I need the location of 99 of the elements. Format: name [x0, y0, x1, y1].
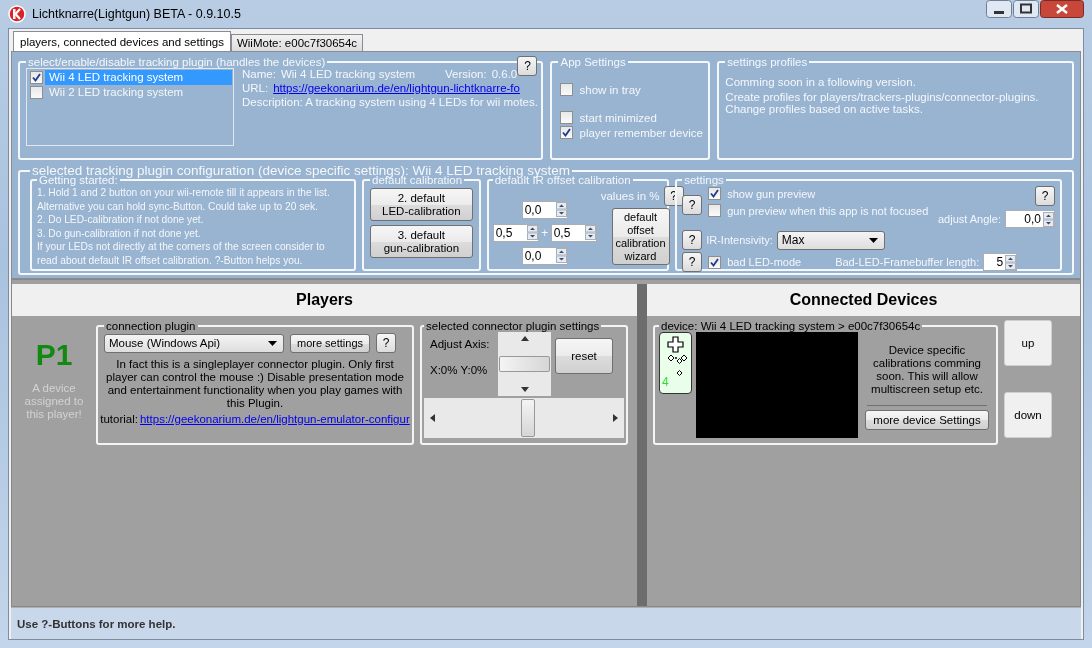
number-field[interactable]: 0,5: [550, 223, 597, 242]
help-button[interactable]: ?: [682, 195, 703, 215]
instruction-text: Alternative you can hold sync-Button. Could take up to 20 sek.: [37, 199, 319, 213]
caret-icon: [268, 340, 277, 346]
tab[interactable]: WiiMote: e00c7f30654c: [230, 34, 364, 51]
device-note: Device specific calibrations comming soon. This will allow multiscreen setup etc.: [870, 344, 984, 396]
spinner-arrows-icon[interactable]: [526, 225, 538, 240]
plugin-description: Description: A tracking system using 4 LEDs for wii motes.: [242, 96, 538, 108]
up-arrow-icon[interactable]: [520, 336, 529, 341]
number-field[interactable]: 0,0: [521, 246, 568, 265]
help-button[interactable]: ?: [682, 230, 703, 250]
more-device-settings-button[interactable]: more device Settings: [865, 410, 989, 430]
up-button[interactable]: up: [1004, 320, 1052, 366]
checkbox[interactable]: [708, 204, 722, 217]
checkbox[interactable]: [30, 86, 43, 99]
group-title: selected connector plugin settings: [425, 320, 601, 332]
window-title: Lichtknarre(Lightgun) BETA - 0.9.10.5: [32, 7, 241, 21]
group-title: select/enable/disable tracking plugin (handles the devices): [27, 56, 327, 68]
scroll-thumb[interactable]: [499, 356, 550, 372]
spinner-arrows-icon[interactable]: [1043, 211, 1054, 227]
maximize-icon[interactable]: [1013, 0, 1039, 18]
angle-label: adjust Angle:: [938, 213, 1001, 225]
name-label: Name:: [242, 68, 276, 80]
status-bar: Use ?-Buttons for more help.: [11, 607, 1081, 639]
checkbox[interactable]: [708, 187, 722, 200]
axis-readout: X:0% Y:0%: [430, 364, 489, 376]
group-title: App Settings: [559, 56, 627, 68]
right-arrow-icon[interactable]: [613, 414, 618, 422]
more-settings-button[interactable]: more settings: [290, 333, 371, 353]
axis-label: Adjust Axis:: [430, 338, 491, 350]
checkbox[interactable]: [708, 255, 722, 269]
checkbox[interactable]: [560, 83, 574, 96]
tutorial-link[interactable]: https://geekonarium.de/en/lightgun-emulator-configur: [139, 413, 410, 425]
group-title: connection plugin: [105, 320, 197, 332]
spinner-arrows-icon[interactable]: [555, 248, 567, 263]
checkbox[interactable]: [560, 111, 574, 124]
horizontal-scrollbar[interactable]: [424, 398, 624, 438]
spinner-arrows-icon[interactable]: [1005, 254, 1017, 270]
instruction-text: 1. Hold 1 and 2 button on your wii-remote till it appears in the list.: [37, 186, 331, 200]
plus-sign: +: [540, 225, 550, 240]
spinner-arrows-icon[interactable]: [555, 202, 567, 217]
help-button[interactable]: ?: [517, 56, 538, 76]
plugin-dropdown[interactable]: Mouse (Windows Api): [104, 333, 284, 353]
badge-number: 4: [662, 375, 669, 389]
reset-button[interactable]: reset: [555, 338, 613, 374]
tutorial-label: tutorial:: [100, 413, 138, 425]
down-button[interactable]: down: [1004, 392, 1052, 438]
info-text: Create profiles for players/trackers-plugins/connector-plugins.: [725, 91, 1040, 103]
left-arrow-icon[interactable]: [430, 414, 435, 422]
down-arrow-icon[interactable]: [520, 387, 529, 392]
instruction-text: If your LEDs not directly at the corners of the screen consider to: [37, 240, 326, 254]
checkbox-label: show in tray: [579, 83, 641, 96]
checkbox-label: player remember device: [579, 126, 703, 139]
info-text: Change profiles based on active tasks.: [725, 103, 924, 115]
info-text: Comming soon in a following version.: [725, 76, 917, 88]
plugin-name: Wii 4 LED tracking system: [280, 68, 416, 80]
number-field[interactable]: 0,0: [1005, 210, 1055, 228]
plugin-version: 0.6.0: [491, 68, 518, 80]
url-label: URL:: [242, 82, 269, 94]
plugin-description: In fact this is a singleplayer connector plugin. Only first player can control the mouse :) Disable presentation mode and entertainment functionality when you play games with this Plugin.: [105, 358, 405, 410]
checkbox-label: bad LED-mode: [727, 256, 802, 268]
group-title: settings: [683, 174, 725, 186]
calibration-button[interactable]: 3. default gun-calibration: [370, 225, 473, 258]
section-header: Players: [12, 284, 637, 316]
framebuffer-label: Bad-LED-Framebuffer length:: [835, 256, 980, 268]
calibration-button[interactable]: 2. default LED-calibration: [370, 188, 473, 221]
help-button[interactable]: ?: [1035, 186, 1055, 206]
section-header: Connected Devices: [647, 284, 1080, 316]
plugin-url-link[interactable]: https://geekonarium.de/en/lightgun-lichtknarre-fo: [273, 82, 520, 94]
units-label: values in %: [600, 190, 660, 202]
help-button[interactable]: ?: [376, 333, 397, 353]
caret-icon: [868, 237, 878, 243]
spinner-arrows-icon[interactable]: [584, 225, 596, 240]
vertical-scrollbar[interactable]: [498, 332, 551, 396]
wizard-button[interactable]: default offset calibration wizard: [611, 208, 670, 265]
group-title: device: Wii 4 LED tracking system > e00c7f30654c: [660, 320, 922, 332]
checkbox-label: gun preview when this app is not focused: [727, 204, 929, 217]
number-field[interactable]: 0,0: [521, 200, 568, 219]
checkbox[interactable]: [30, 71, 43, 84]
help-button[interactable]: ?: [682, 252, 703, 272]
checkbox-label: show gun preview: [727, 187, 816, 200]
instruction-text: read about default IR offset calibration. ?-Button helps you.: [37, 253, 304, 267]
checkbox[interactable]: [560, 126, 574, 139]
close-icon[interactable]: [1040, 0, 1084, 18]
version-label: Version:: [445, 68, 487, 80]
number-field[interactable]: 5: [983, 253, 1018, 271]
instruction-text: 2. Do LED-calibration if not done yet.: [37, 213, 205, 227]
intensity-label: IR-Intensivity:: [706, 234, 773, 246]
number-field[interactable]: 0,5: [492, 223, 539, 242]
instruction-text: 3. Do gun-calibration if not done yet.: [37, 226, 202, 240]
intensity-dropdown[interactable]: Max: [776, 230, 885, 250]
tab[interactable]: players, connected devices and settings: [13, 31, 231, 51]
checkbox-label: start minimized: [579, 111, 657, 124]
scroll-thumb[interactable]: [521, 399, 535, 437]
group-title: Getting started:: [39, 174, 118, 186]
group-title: settings profiles: [726, 56, 809, 68]
player-label: P1: [35, 338, 73, 372]
minimize-icon[interactable]: [986, 0, 1012, 18]
app-logo-icon: [8, 5, 26, 23]
